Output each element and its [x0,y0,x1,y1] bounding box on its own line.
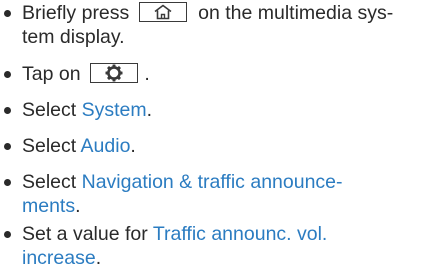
setting-traffic-announc-vol[interactable]: Traffic announc. vol. [153,223,328,245]
step-6-line-1: Set a value for Traffic announc. vol. [22,222,327,246]
menu-item-audio[interactable]: Audio [81,135,131,157]
step-text: tem display. [22,26,125,48]
bullet [4,143,11,150]
home-icon [154,4,172,20]
step-text: Tap on [22,63,81,85]
step-2-line: Tap on . [22,62,150,86]
step-text: Set a value for [22,223,148,245]
step-text: on the multimedia sys- [198,2,394,24]
step-text: . [130,135,136,157]
instruction-list: Briefly press on the multimedia sys- tem… [0,0,430,273]
bullet [4,71,11,78]
step-3-line: Select System. [22,98,152,122]
bullet [4,179,11,186]
menu-item-navigation-traffic-cont[interactable]: ments [22,195,75,217]
menu-item-system[interactable]: System [82,99,147,121]
step-1-line-1: Briefly press on the multimedia sys- [22,1,393,25]
bullet [4,107,11,114]
step-6-line-2: increase. [22,246,101,270]
step-1-line-2: tem display. [22,25,125,49]
step-5-line-1: Select Navigation & traffic announce- [22,170,343,194]
home-key [138,2,187,22]
menu-item-navigation-traffic[interactable]: Navigation & traffic announce- [82,171,343,193]
step-text: Select [22,171,77,193]
step-text: . [95,247,102,269]
step-text: . [144,63,150,85]
gear-icon [105,64,123,82]
step-5-line-2: ments. [22,194,81,218]
step-text: Briefly press [22,2,130,24]
bullet [4,10,11,17]
bullet [4,231,11,238]
step-text: Select [22,99,77,121]
setting-traffic-announc-vol-cont[interactable]: increase [22,247,96,269]
step-text: . [146,99,153,121]
step-text: . [75,195,81,217]
step-text: Select [22,135,77,157]
settings-key [89,63,138,83]
step-4-line: Select Audio. [22,134,136,158]
